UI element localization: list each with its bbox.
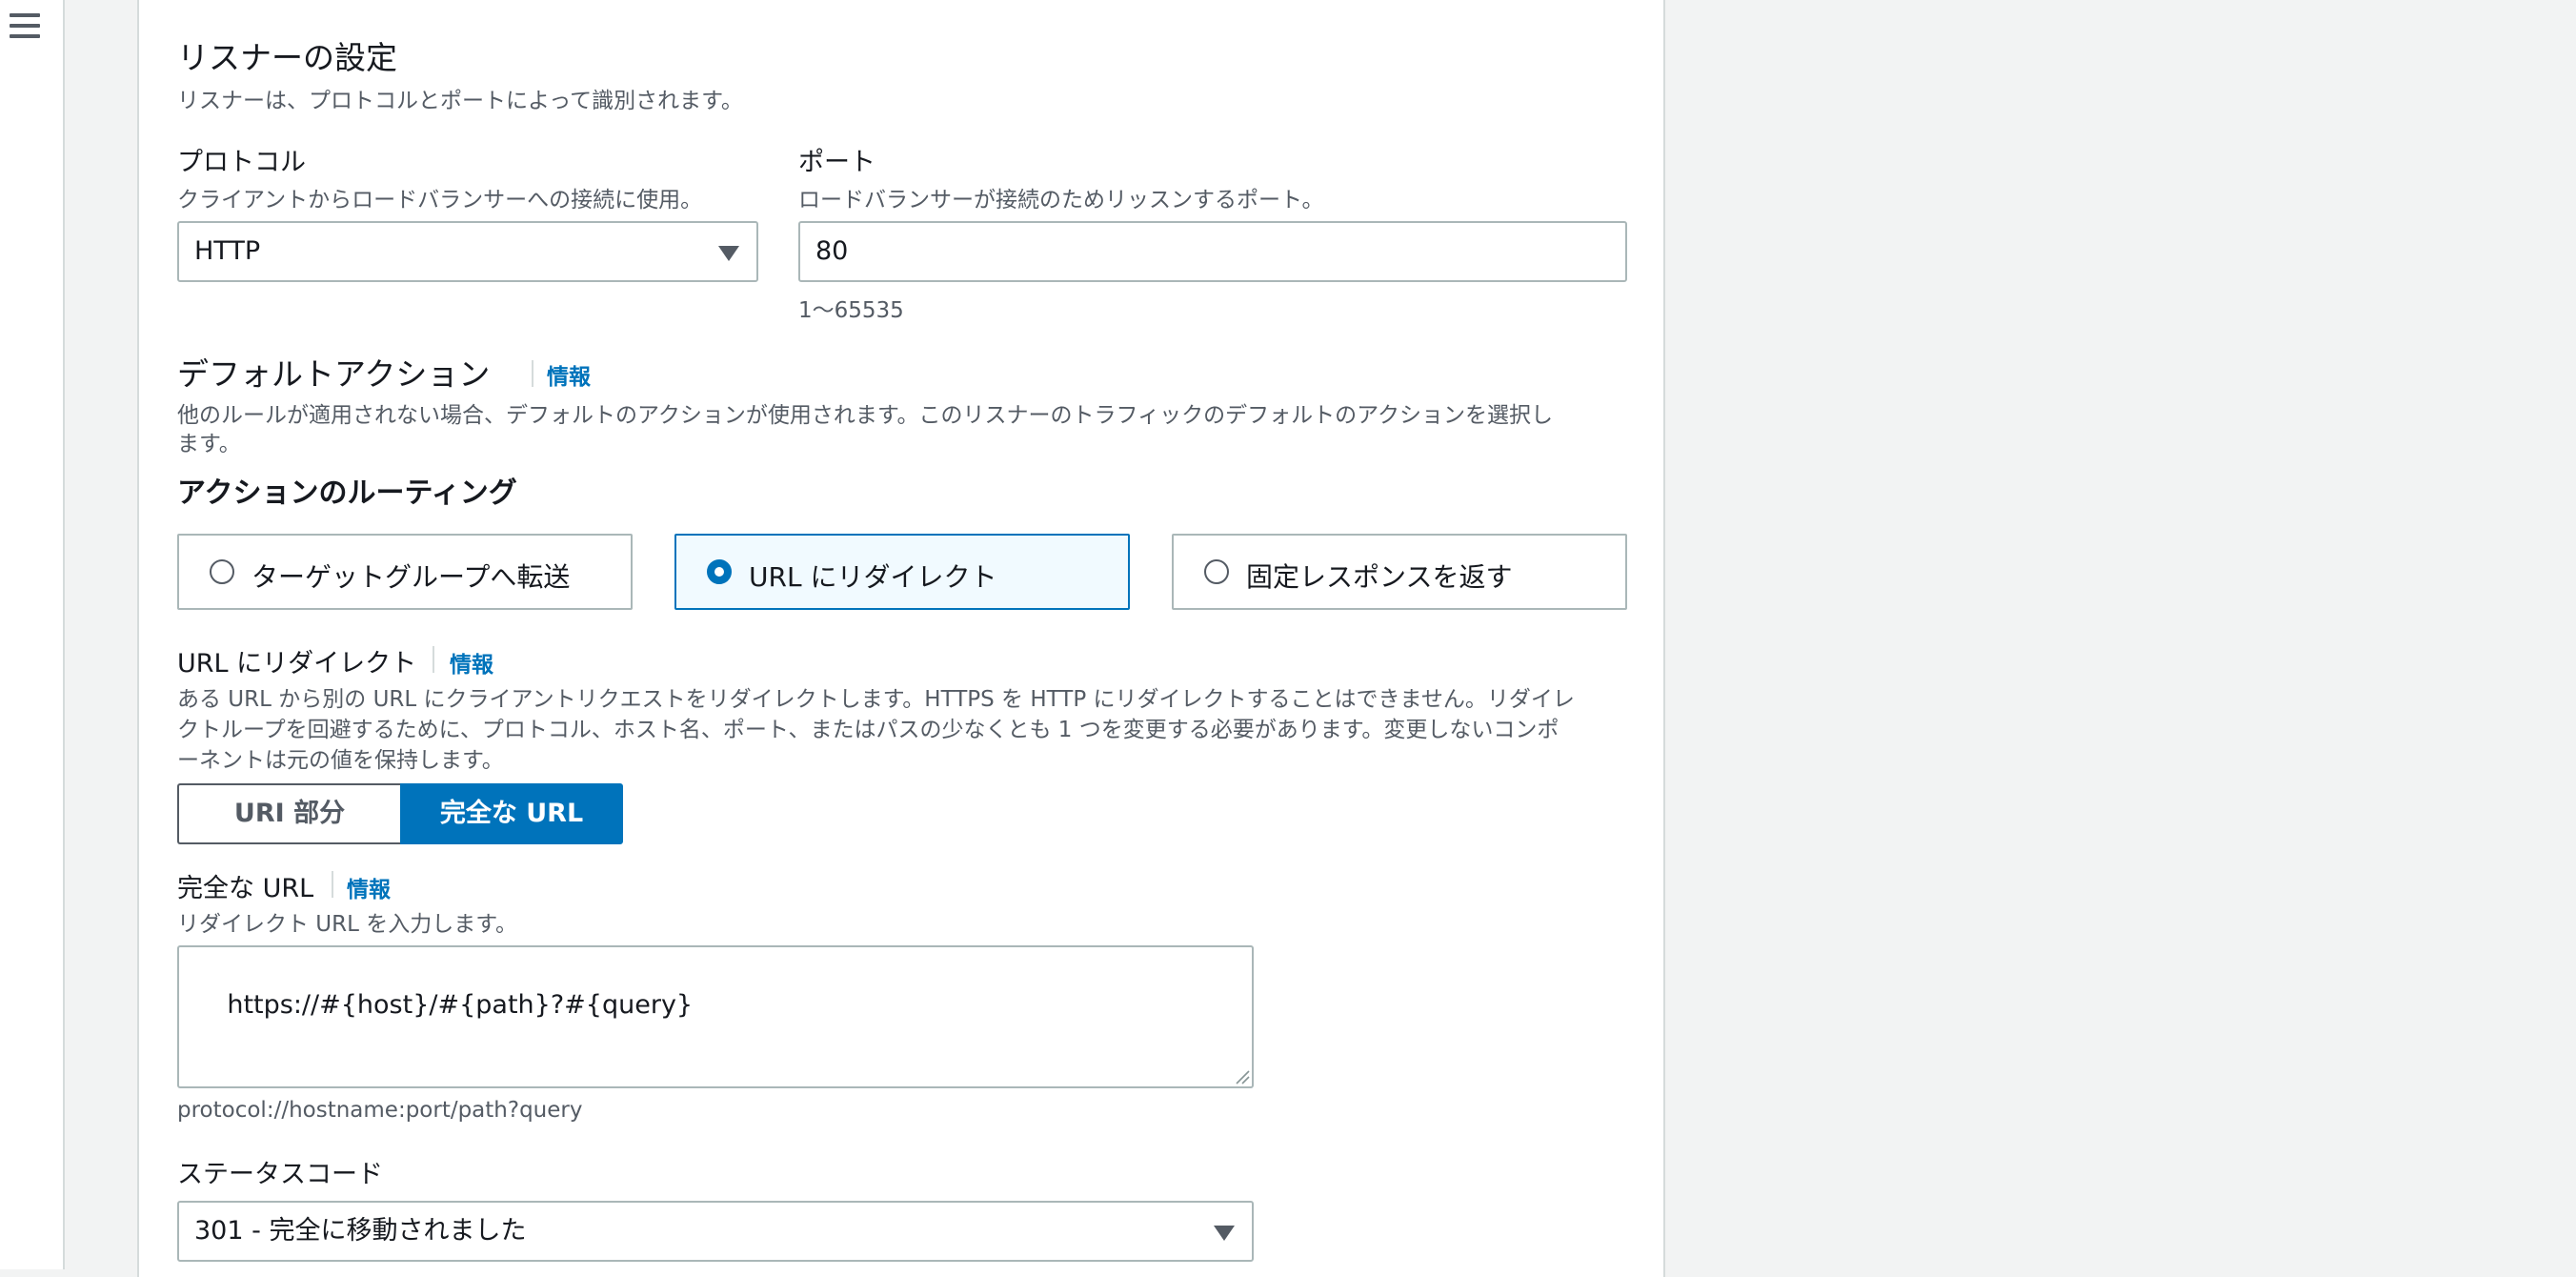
full-url-textarea[interactable]: https://#{host}/#{path}?#{query}: [177, 945, 1254, 1088]
redirect-url-description-end: ーネントは元の値を保持します。: [177, 748, 504, 773]
protocol-select[interactable]: HTTP: [177, 221, 758, 282]
caret-down-icon: [718, 246, 739, 261]
full-url-format-hint: protocol://hostname:port/path?query: [177, 1098, 583, 1123]
routing-action-title: アクションのルーティング: [177, 476, 517, 510]
radio-unchecked-icon[interactable]: [210, 559, 234, 584]
radio-checked-icon[interactable]: [707, 559, 732, 584]
default-action-title: デフォルトアクション: [177, 355, 491, 393]
segment-uri-parts[interactable]: URI 部分: [177, 783, 400, 844]
redirect-url-title: URL にリダイレクト: [177, 649, 417, 679]
listener-section-title: リスナーの設定: [177, 39, 397, 76]
resize-handle-icon[interactable]: [1235, 1069, 1250, 1084]
divider: [332, 871, 333, 898]
routing-option-fixed-response[interactable]: 固定レスポンスを返す: [1172, 534, 1627, 610]
protocol-select-value: HTTP: [194, 236, 261, 266]
radio-unchecked-icon[interactable]: [1204, 559, 1229, 584]
routing-option-label: ターゲットグループへ転送: [252, 561, 571, 593]
routing-option-forward-target-group[interactable]: ターゲットグループへ転送: [177, 534, 633, 610]
full-url-info-link[interactable]: 情報: [347, 871, 391, 903]
protocol-description: クライアントからロードバランサーへの接続に使用。: [177, 188, 703, 213]
segment-full-url[interactable]: 完全な URL: [400, 783, 623, 844]
full-url-textarea-value: https://#{host}/#{path}?#{query}: [227, 990, 694, 1020]
form-panel: リスナーの設定 リスナーは、プロトコルとポートによって識別されます。 プロトコル…: [137, 0, 1665, 1277]
hamburger-menu-icon[interactable]: [10, 13, 40, 44]
status-code-select-value: 301 - 完全に移動されました: [194, 1216, 527, 1246]
divider: [532, 360, 533, 387]
port-label: ポート: [798, 148, 875, 177]
port-range-hint: 1〜65535: [798, 298, 904, 323]
status-code-select[interactable]: 301 - 完全に移動されました: [177, 1201, 1254, 1262]
divider: [433, 646, 434, 673]
navigation-rail: [0, 0, 65, 1269]
redirect-url-info-link[interactable]: 情報: [450, 646, 493, 679]
status-code-label: ステータスコード: [177, 1160, 383, 1189]
port-input-value: 80: [815, 236, 849, 266]
listener-section-description: リスナーは、プロトコルとポートによって識別されます。: [177, 89, 743, 113]
default-action-info-link[interactable]: 情報: [547, 358, 591, 391]
protocol-label: プロトコル: [177, 148, 306, 177]
default-action-description: 他のルールが適用されない場合、デフォルトのアクションが使用されます。このリスナー…: [177, 403, 1553, 428]
port-input[interactable]: 80: [798, 221, 1627, 282]
caret-down-icon: [1214, 1226, 1235, 1241]
routing-option-redirect-url[interactable]: URL にリダイレクト: [674, 534, 1130, 610]
routing-option-label: 固定レスポンスを返す: [1246, 561, 1513, 593]
redirect-url-description: ある URL から別の URL にクライアントリクエストをリダイレクトします。H…: [177, 687, 1575, 712]
port-description: ロードバランサーが接続のためリッスンするポート。: [798, 188, 1324, 213]
full-url-label: 完全な URL: [177, 874, 314, 903]
default-action-description-cont: ます。: [177, 432, 241, 456]
full-url-description: リダイレクト URL を入力します。: [177, 912, 517, 937]
redirect-url-description-cont: クトループを回避するために、プロトコル、ホスト名、ポート、またはパスの少なくとも…: [177, 718, 1560, 742]
routing-option-label: URL にリダイレクト: [749, 561, 997, 593]
